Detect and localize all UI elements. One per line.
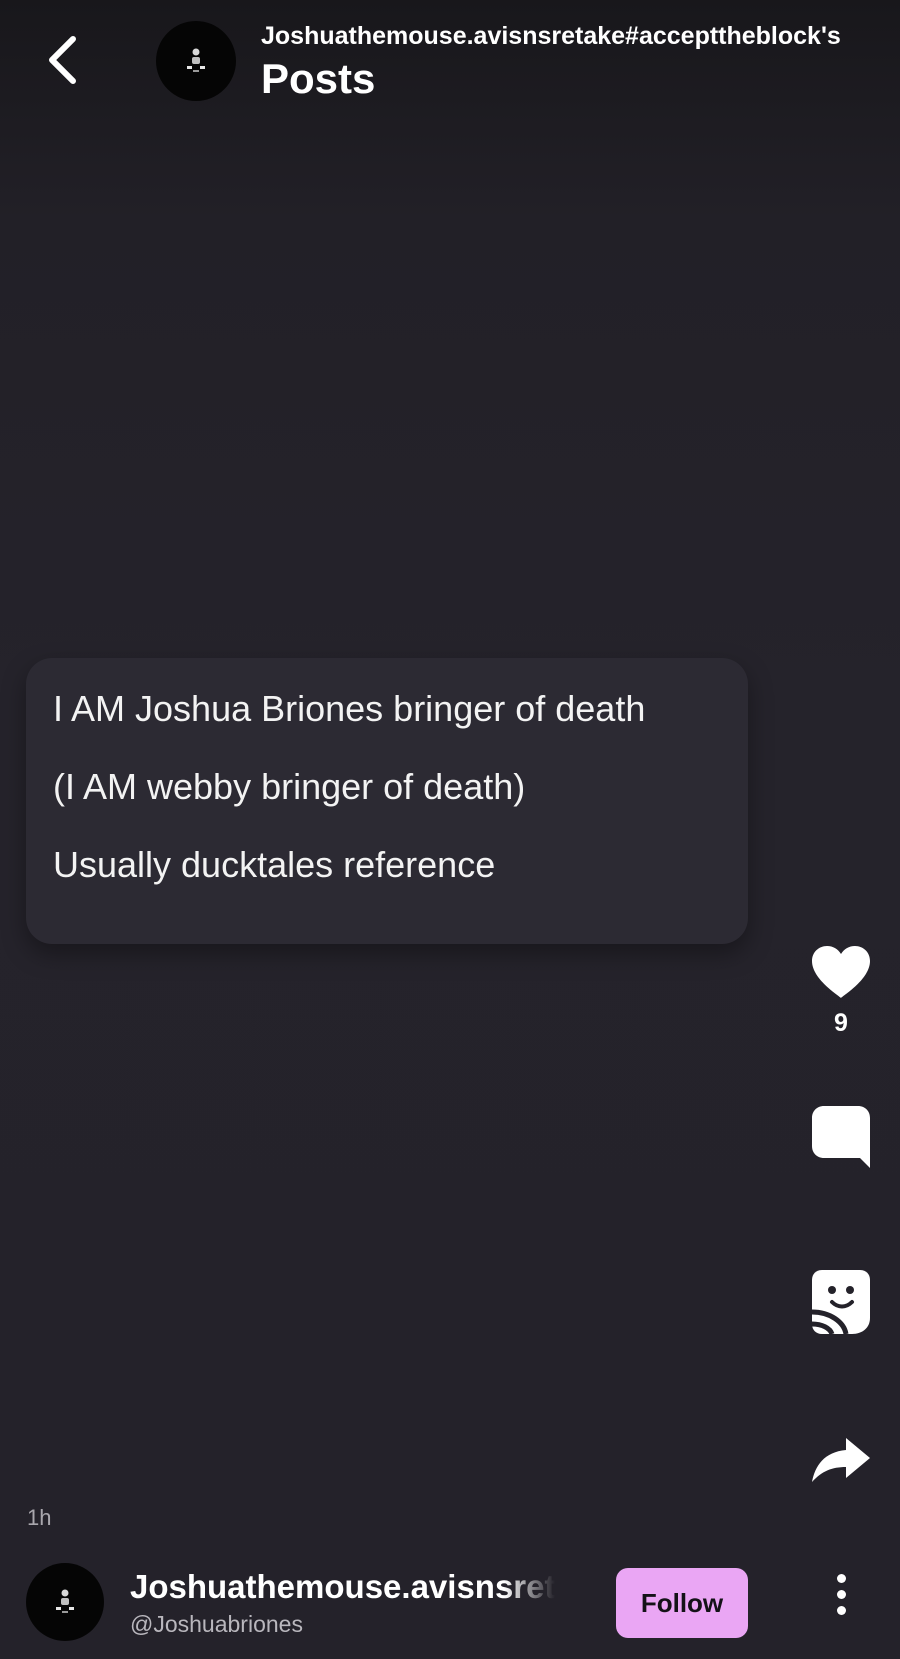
author-handle: @Joshuabriones: [130, 1611, 303, 1637]
sticker-button[interactable]: [806, 1268, 876, 1336]
share-button[interactable]: [806, 1436, 876, 1484]
post-text-line: I AM Joshua Briones bringer of death: [53, 688, 646, 729]
header-subtitle: Joshuathemouse.avisnsretake#accepttheblo…: [261, 22, 841, 50]
post-text-line: Usually ducktales reference: [53, 844, 496, 885]
more-vertical-icon: [836, 1573, 846, 1583]
author-avatar[interactable]: [26, 1563, 104, 1641]
header-titles: Joshuathemouse.avisnsretake#accepttheblo…: [261, 20, 881, 104]
post-text-line: (I AM webby bringer of death): [53, 766, 526, 807]
author-name[interactable]: Joshuathemouse.avisnsretake#accepttheblo…: [130, 1566, 555, 1608]
more-vertical-icon-dot: [836, 1589, 846, 1599]
sticker-icon: [811, 1270, 870, 1336]
like-button[interactable]: 9: [806, 944, 876, 1038]
page-title: Posts: [261, 55, 376, 102]
mouse-figure-icon: [56, 1589, 74, 1613]
heart-icon: [812, 946, 870, 998]
post-card[interactable]: I AM Joshua Briones bringer of death (I …: [26, 658, 748, 944]
post-timestamp: 1h: [27, 1505, 52, 1530]
follow-button[interactable]: Follow: [616, 1568, 748, 1638]
mouse-figure-icon: [187, 48, 205, 72]
share-arrow-icon: [812, 1438, 870, 1482]
comment-button[interactable]: [806, 1104, 876, 1170]
back-button[interactable]: [32, 28, 92, 92]
like-count: 9: [834, 1009, 848, 1037]
header: Joshuathemouse.avisnsretake#accepttheblo…: [0, 0, 900, 120]
chevron-left-icon: [49, 36, 76, 84]
more-options-button[interactable]: [820, 1566, 862, 1622]
more-vertical-icon-dot: [836, 1605, 846, 1615]
header-avatar[interactable]: [156, 21, 236, 101]
comment-bubble-icon: [812, 1106, 870, 1168]
post-viewer-screen: Joshuathemouse.avisnsretake#accepttheblo…: [0, 0, 900, 1659]
